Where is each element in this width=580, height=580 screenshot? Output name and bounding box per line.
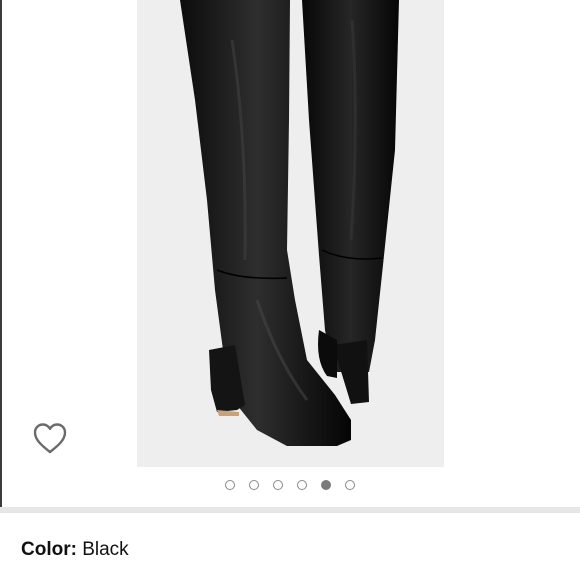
carousel-dot-3[interactable] xyxy=(273,480,283,490)
wishlist-button[interactable] xyxy=(32,421,68,455)
carousel-dot-5-active[interactable] xyxy=(321,480,331,490)
page-edge xyxy=(0,0,2,510)
carousel-dot-1[interactable] xyxy=(225,480,235,490)
product-image[interactable] xyxy=(137,0,444,467)
boots-illustration xyxy=(180,0,399,446)
carousel-dot-6[interactable] xyxy=(345,480,355,490)
carousel-dot-2[interactable] xyxy=(249,480,259,490)
section-divider xyxy=(0,507,580,513)
carousel-indicators xyxy=(0,478,580,494)
color-label: Color: xyxy=(21,539,77,560)
color-value: Black xyxy=(82,539,129,560)
carousel-dot-4[interactable] xyxy=(297,480,307,490)
heart-outline-icon xyxy=(33,423,67,454)
color-variation: Color: Black xyxy=(21,539,129,563)
